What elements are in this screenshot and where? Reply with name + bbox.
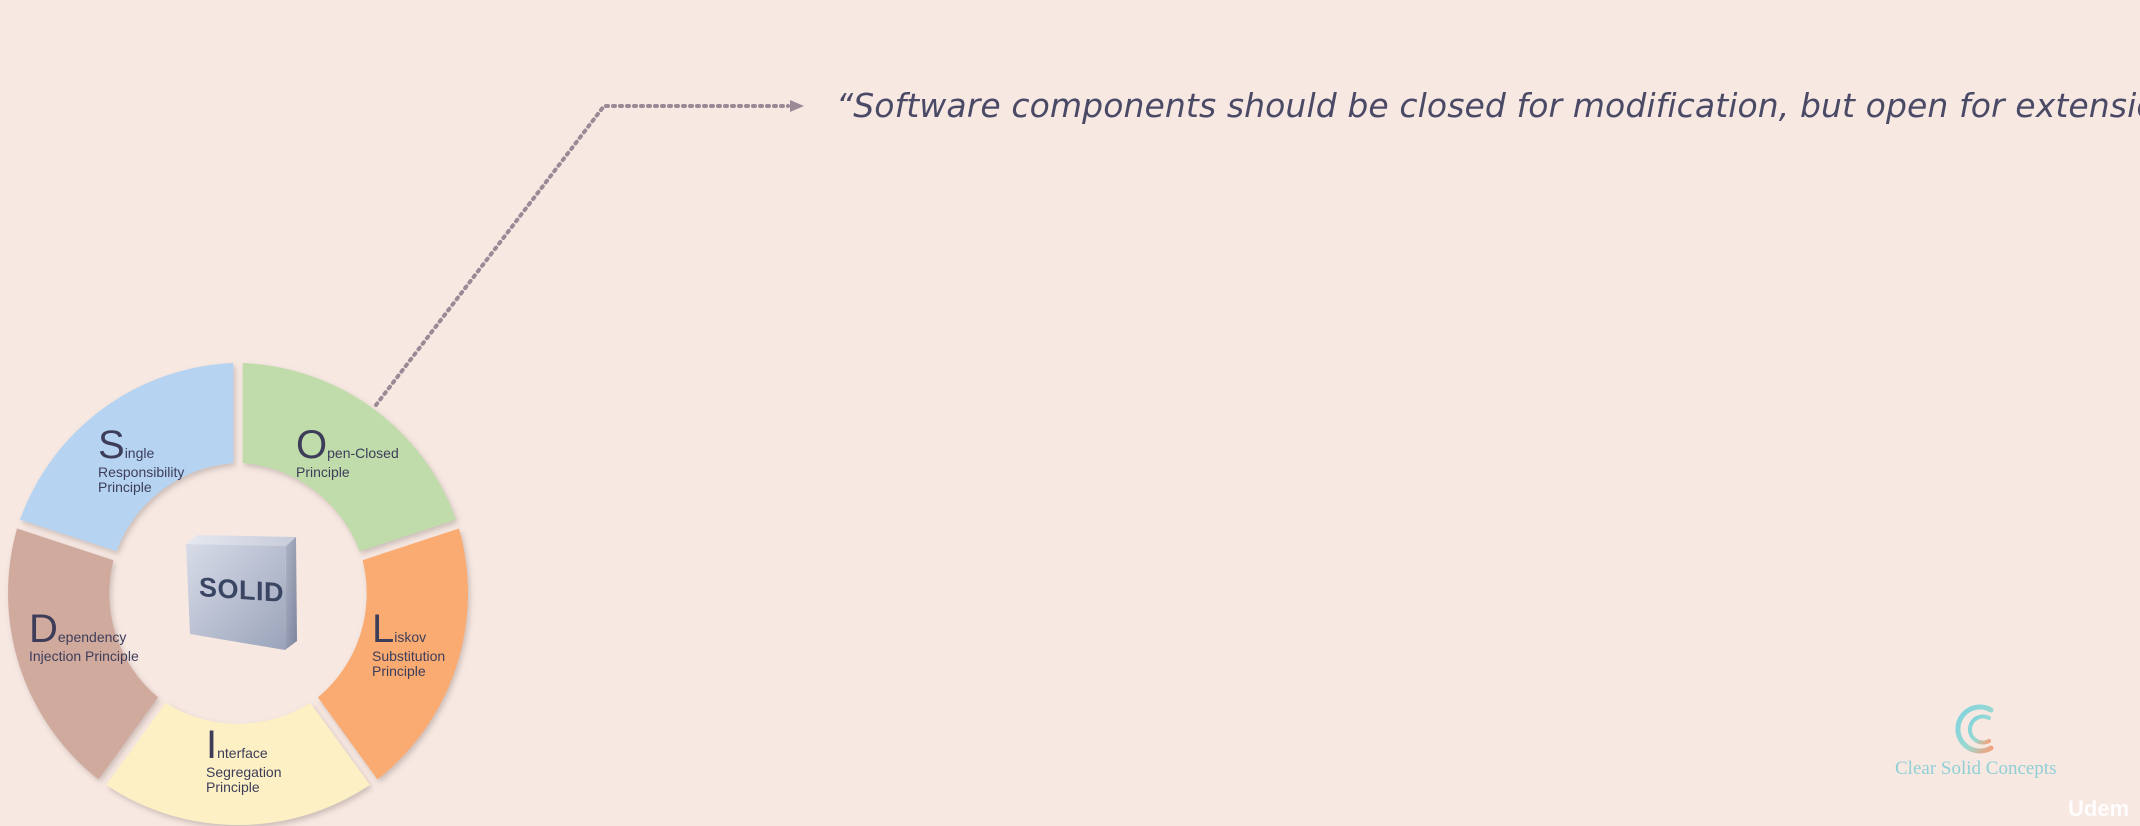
solid-center-label: SOLID bbox=[199, 572, 285, 608]
principle-quote: “Software components should be closed fo… bbox=[836, 86, 2140, 125]
label-dependency-sub1: Injection Principle bbox=[29, 648, 139, 664]
label-interface-sub1: Segregation bbox=[206, 764, 282, 780]
label-single-rest: ingle bbox=[124, 445, 155, 461]
label-liskov-sub2: Principle bbox=[372, 663, 426, 680]
label-dependency-initial: D bbox=[29, 607, 58, 651]
label-open-rest: pen-Closed bbox=[327, 445, 399, 461]
label-interface-rest: nterface bbox=[217, 745, 268, 761]
label-interface-initial: I bbox=[206, 723, 218, 767]
label-liskov-sub1: Substitution bbox=[372, 648, 446, 664]
label-liskov-rest: iskov bbox=[394, 629, 427, 645]
label-single: Single Responsibility Principle bbox=[98, 425, 184, 496]
label-interface: Interface Segregation Principle bbox=[206, 725, 282, 796]
label-open-sub1: Principle bbox=[296, 464, 350, 480]
label-interface-sub2: Principle bbox=[206, 779, 260, 796]
udemy-watermark: Udem bbox=[2068, 796, 2130, 821]
logo-icon bbox=[1955, 704, 1994, 754]
logo-caption: Clear Solid Concepts bbox=[1895, 758, 2057, 779]
label-dependency-rest: ependency bbox=[57, 629, 127, 645]
label-single-sub1: Responsibility bbox=[98, 464, 185, 480]
label-dependency: Dependency Injection Principle bbox=[29, 609, 139, 664]
connector-arrow bbox=[374, 100, 804, 407]
label-single-sub2: Principle bbox=[98, 479, 152, 496]
label-liskov: Liskov Substitution Principle bbox=[372, 609, 445, 680]
label-liskov-initial: L bbox=[372, 607, 395, 651]
label-open-closed: Open-Closed Principle bbox=[296, 425, 399, 480]
slide: “Software components should be closed fo… bbox=[0, 0, 2140, 826]
label-open-initial: O bbox=[296, 423, 328, 467]
label-single-initial: S bbox=[98, 423, 125, 467]
